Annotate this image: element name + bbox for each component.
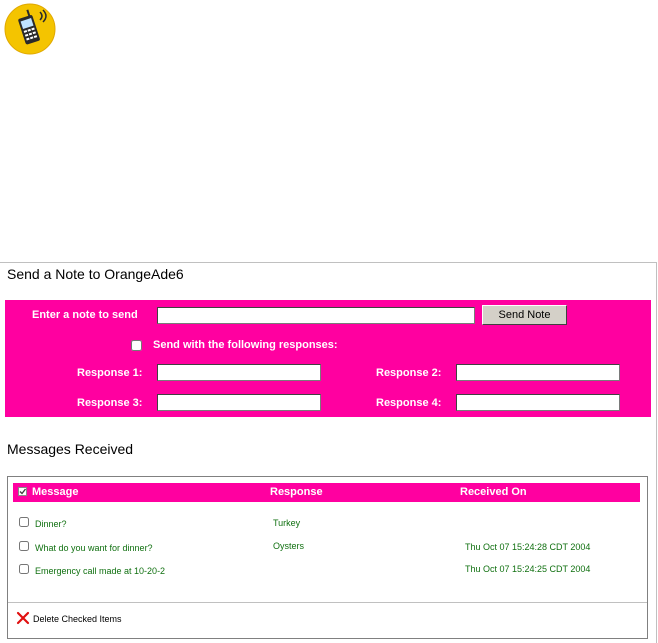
column-header-received-on[interactable]: Received On [460,486,527,498]
table-divider [8,602,647,603]
note-input[interactable] [157,307,475,324]
delete-x-icon[interactable] [16,611,30,625]
messages-received-title: Messages Received [7,441,134,457]
column-header-response[interactable]: Response [270,486,323,498]
table-row-message[interactable]: Dinner? [35,519,67,529]
row-checkbox[interactable] [19,517,29,527]
response2-input[interactable] [456,364,620,381]
table-header: Message Response Received On [13,483,640,502]
send-responses-checkbox[interactable] [131,340,142,351]
table-row-response: Turkey [273,518,301,528]
delete-checked-items-link[interactable]: Delete Checked Items [33,614,122,624]
response4-label: Response 4: [376,397,442,409]
response4-input[interactable] [456,394,620,411]
select-all-checkbox[interactable] [18,487,27,496]
send-note-form: Enter a note to send Send Note Send with… [5,300,651,417]
response3-input[interactable] [157,394,321,411]
checkmark-icon [19,488,27,495]
messages-table: Message Response Received On Dinner? Tur… [7,476,648,639]
send-responses-label: Send with the following responses: [153,339,338,351]
mobile-phone-icon [4,3,56,55]
send-note-button[interactable]: Send Note [482,305,567,325]
response1-label: Response 1: [77,367,143,379]
table-row-received-on: Thu Oct 07 15:24:28 CDT 2004 [465,542,591,552]
table-row-message[interactable]: What do you want for dinner? [35,543,153,553]
app-logo [2,2,58,56]
response1-input[interactable] [157,364,321,381]
response3-label: Response 3: [77,397,143,409]
send-note-title: Send a Note to OrangeAde6 [7,266,184,282]
table-row-response: Oysters [273,541,305,551]
column-header-message[interactable]: Message [32,486,78,498]
response2-label: Response 2: [376,367,442,379]
table-row-message[interactable]: Emergency call made at 10-20-2 [35,566,165,576]
table-row-received-on: Thu Oct 07 15:24:25 CDT 2004 [465,564,591,574]
row-checkbox[interactable] [19,564,29,574]
note-label: Enter a note to send [32,309,138,321]
row-checkbox[interactable] [19,541,29,551]
